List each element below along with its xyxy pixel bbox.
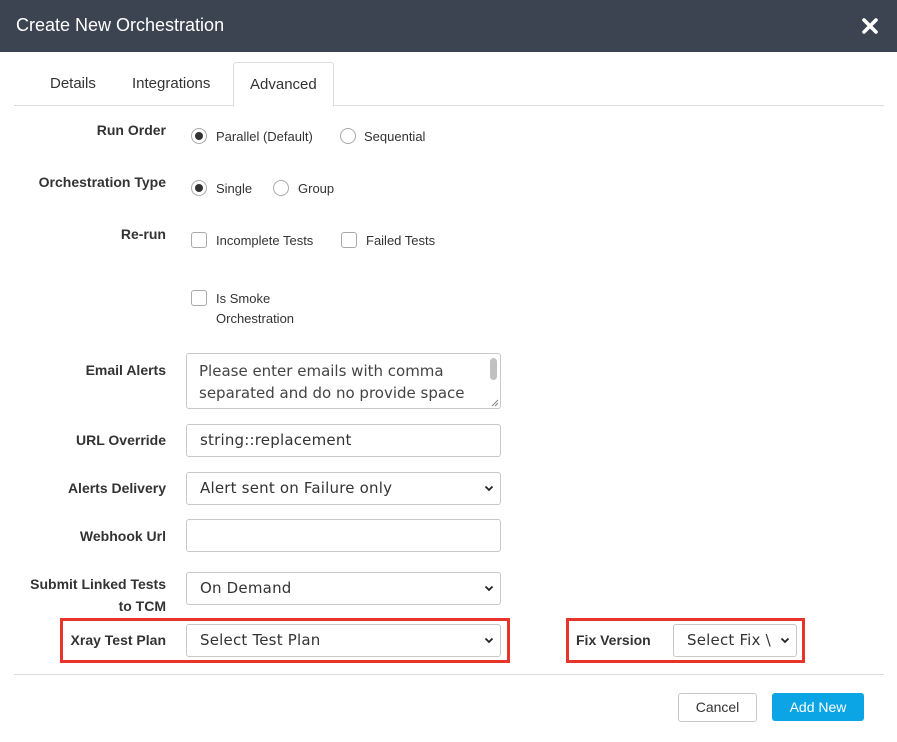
is-smoke-label-line1: Is Smoke (216, 291, 271, 306)
close-icon[interactable] (861, 17, 879, 35)
rerun-failed-checkbox[interactable] (341, 232, 357, 248)
dialog-title: Create New Orchestration (16, 15, 225, 35)
chevron-down-icon (484, 573, 494, 616)
type-single-label: Single (216, 181, 253, 196)
orchestration-type-label: Orchestration Type (38, 174, 166, 190)
fix-version-select[interactable]: Select Fix \ (673, 624, 797, 657)
rerun-incomplete-label: Incomplete Tests (216, 233, 314, 248)
create-orchestration-dialog: Create New Orchestration Details Integra… (0, 0, 897, 742)
add-new-button[interactable]: Add New (772, 693, 864, 721)
email-alerts-label: Email Alerts (85, 362, 166, 378)
xray-test-plan-label: Xray Test Plan (70, 632, 166, 648)
type-single-radio[interactable] (191, 180, 207, 196)
submit-linked-tests-line1: Submit Linked Tests (30, 576, 166, 592)
chevron-down-icon (484, 473, 494, 516)
email-alerts-textarea[interactable]: Please enter emails with comma separated… (186, 353, 501, 409)
cancel-button[interactable]: Cancel (678, 693, 757, 722)
xray-test-plan-value: Select Test Plan (200, 631, 321, 649)
url-override-value: string::replacement (200, 431, 352, 449)
submit-linked-tests-label: Submit Linked Tests to TCM (30, 575, 166, 615)
webhook-url-input[interactable] (186, 519, 501, 552)
email-alerts-placeholder: Please enter emails with comma separated… (199, 360, 479, 404)
tab-integrations[interactable]: Integrations (116, 62, 226, 106)
dialog-header: Create New Orchestration (0, 0, 897, 52)
submit-linked-tests-line2: to TCM (118, 598, 166, 614)
chevron-down-icon (778, 625, 790, 656)
url-override-label: URL Override (76, 432, 166, 448)
is-smoke-label-line2: Orchestration (216, 311, 295, 326)
resize-handle-icon[interactable] (489, 397, 499, 407)
rerun-failed-label: Failed Tests (366, 233, 436, 248)
xray-test-plan-select[interactable]: Select Test Plan (186, 624, 501, 657)
run-order-parallel-radio[interactable] (191, 128, 207, 144)
alerts-delivery-select[interactable]: Alert sent on Failure only (186, 472, 501, 505)
footer-divider (14, 674, 884, 675)
rerun-incomplete-checkbox[interactable] (191, 232, 207, 248)
alerts-delivery-value: Alert sent on Failure only (200, 479, 393, 497)
submit-linked-tests-value: On Demand (200, 579, 292, 597)
email-placeholder-line2: separated and do no provide space (199, 384, 465, 402)
fix-version-label: Fix Version (576, 632, 651, 648)
webhook-url-label: Webhook Url (79, 528, 166, 544)
submit-linked-tests-select[interactable]: On Demand (186, 572, 501, 605)
fix-version-value: Select Fix \ (687, 631, 771, 649)
url-override-input[interactable]: string::replacement (186, 424, 501, 457)
type-group-label: Group (298, 181, 335, 196)
tab-bar: Details Integrations Advanced (14, 62, 884, 107)
rerun-label: Re-run (120, 226, 166, 242)
is-smoke-checkbox[interactable] (191, 290, 207, 306)
tab-details[interactable]: Details (34, 62, 112, 106)
run-order-label: Run Order (96, 122, 166, 138)
alerts-delivery-label: Alerts Delivery (67, 480, 166, 496)
run-order-sequential-label: Sequential (364, 129, 426, 144)
type-group-radio[interactable] (273, 180, 289, 196)
tab-advanced[interactable]: Advanced (233, 62, 334, 107)
textarea-scrollbar[interactable] (490, 358, 497, 380)
chevron-down-icon (484, 625, 494, 668)
email-placeholder-line1: Please enter emails with comma (199, 362, 444, 380)
run-order-parallel-label: Parallel (Default) (216, 129, 313, 144)
run-order-sequential-radio[interactable] (340, 128, 356, 144)
